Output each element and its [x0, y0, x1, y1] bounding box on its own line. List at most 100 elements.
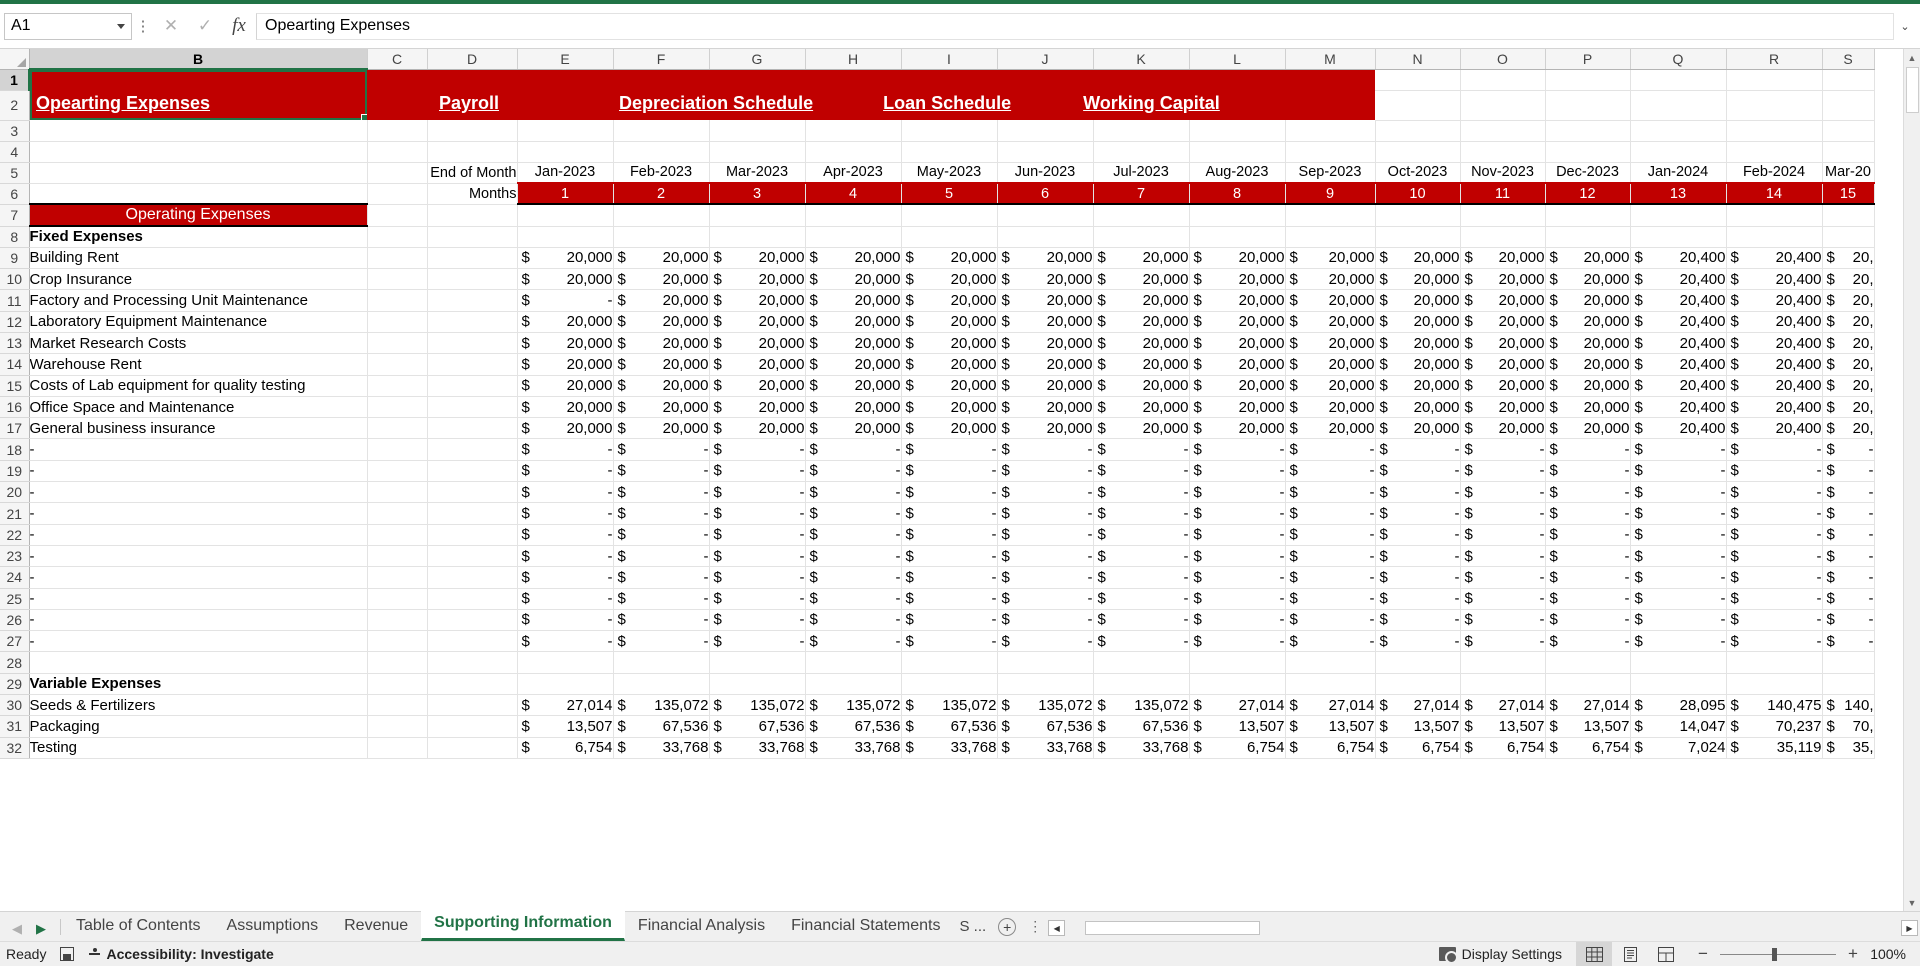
name-box[interactable]: A1	[4, 12, 132, 40]
cell-value[interactable]: $ -	[1285, 545, 1376, 568]
cell-value[interactable]: $67,536	[1093, 715, 1190, 738]
cell-value[interactable]: $6,754	[1189, 737, 1286, 759]
cell-value[interactable]: $ -	[1285, 609, 1376, 632]
cell-empty[interactable]	[709, 120, 806, 142]
cell-empty[interactable]	[1726, 673, 1823, 696]
vertical-scrollbar[interactable]: ▲ ▼	[1903, 49, 1920, 911]
cell-empty[interactable]	[1726, 651, 1823, 674]
cell-empty[interactable]	[367, 353, 428, 376]
cell-value[interactable]: $ -	[1189, 481, 1286, 504]
cell-empty[interactable]	[1726, 90, 1823, 121]
cell-empty[interactable]	[367, 715, 428, 738]
cell-value[interactable]: $20,000	[901, 375, 998, 397]
cell-empty[interactable]	[997, 204, 1094, 227]
cell-value[interactable]: $7,024	[1630, 737, 1727, 759]
cell-value[interactable]: $ -	[1726, 545, 1823, 568]
cell-value[interactable]: $20,400	[1726, 311, 1823, 333]
expense-label[interactable]: Office Space and Maintenance	[29, 396, 368, 419]
hscroll-right-icon[interactable]: ▶	[1901, 920, 1918, 936]
cell-value[interactable]: $ -	[805, 545, 902, 568]
cell-empty[interactable]	[1189, 120, 1286, 142]
cell-value[interactable]: $20,000	[1545, 396, 1631, 419]
cell-value[interactable]: $135,072	[613, 694, 710, 717]
cell-value[interactable]: $20,000	[1189, 332, 1286, 355]
cell-value[interactable]: $ -	[1093, 566, 1190, 589]
cell-empty[interactable]	[367, 417, 428, 440]
cell-value[interactable]: $ -	[613, 609, 710, 632]
cell-value[interactable]: $ -	[1630, 524, 1727, 546]
cell-value[interactable]: $ -	[1630, 588, 1727, 610]
cell-value[interactable]: $20,000	[1285, 268, 1376, 291]
cell-empty[interactable]	[709, 673, 806, 696]
cell-value[interactable]: $ -	[1375, 524, 1461, 546]
cell-value[interactable]: $ -	[1460, 438, 1546, 461]
cell-value[interactable]: $27,014	[1460, 694, 1546, 717]
cell-empty[interactable]	[613, 141, 710, 163]
cell-empty[interactable]	[1544, 226, 1631, 248]
cell-value[interactable]: $ -	[805, 630, 902, 653]
cell-value[interactable]: $ -	[709, 502, 806, 525]
cell-empty[interactable]	[427, 460, 518, 483]
cell-value[interactable]: $ -	[1460, 630, 1546, 653]
nav-link-working-capital[interactable]: Working Capital	[1083, 93, 1220, 114]
cell-value[interactable]: $ -	[517, 502, 614, 525]
cell-value[interactable]: $ -	[997, 630, 1094, 653]
cell-empty[interactable]	[709, 141, 806, 163]
cell-value[interactable]: $20,000	[805, 417, 902, 440]
row-header-32[interactable]: 32	[0, 737, 30, 759]
row-header-31[interactable]: 31	[0, 715, 30, 738]
cell-empty[interactable]	[1630, 204, 1727, 227]
month-number[interactable]: 9	[1285, 182, 1376, 205]
cell-value[interactable]: $20,000	[613, 375, 710, 397]
cell-value[interactable]: $ -	[1545, 438, 1631, 461]
cell-value[interactable]: $20,000	[1375, 417, 1461, 440]
formula-bar-expand-icon[interactable]: ⌄	[1894, 13, 1916, 40]
cell-empty[interactable]	[1189, 141, 1286, 163]
cell-empty[interactable]	[29, 141, 368, 163]
date-header[interactable]: Jul-2023	[1093, 162, 1190, 184]
cell-value[interactable]: $ -	[901, 609, 998, 632]
cell-value[interactable]: $20,000	[517, 247, 614, 270]
cell-value[interactable]: $20,000	[517, 375, 614, 397]
section-title[interactable]: Variable Expenses	[29, 673, 368, 696]
month-number[interactable]: 4	[805, 182, 902, 205]
cell-value[interactable]: $ -	[517, 630, 614, 653]
cell-value[interactable]: $20,000	[1545, 247, 1631, 270]
cell-value[interactable]: $135,072	[1093, 694, 1190, 717]
cell-value[interactable]: $20,000	[709, 417, 806, 440]
cell-value[interactable]: $ -	[997, 460, 1094, 483]
cell-value[interactable]: $ -	[1375, 630, 1461, 653]
zoom-control[interactable]: − +	[1684, 944, 1868, 964]
cell-value[interactable]: $ -	[1189, 438, 1286, 461]
expense-label[interactable]: -	[29, 630, 368, 653]
cell-value[interactable]: $ -	[709, 524, 806, 546]
cell-value[interactable]: $ -	[1375, 588, 1461, 610]
vertical-scroll-thumb[interactable]	[1905, 67, 1919, 113]
cell-value[interactable]: $13,507	[1545, 715, 1631, 738]
cell-empty[interactable]	[1822, 204, 1875, 227]
cell-value[interactable]: $20,000	[1375, 396, 1461, 419]
cell-value[interactable]: $27,014	[1189, 694, 1286, 717]
cell-value[interactable]: $67,536	[997, 715, 1094, 738]
cell-value[interactable]: $ -	[1189, 502, 1286, 525]
date-header[interactable]: Mar-20	[1822, 162, 1875, 184]
cell-value[interactable]: $20,000	[901, 417, 998, 440]
date-header[interactable]: May-2023	[901, 162, 998, 184]
expense-label[interactable]: -	[29, 609, 368, 632]
cell-value[interactable]: $20,000	[1285, 332, 1376, 355]
cell-empty[interactable]	[367, 268, 428, 291]
row-header-21[interactable]: 21	[0, 502, 30, 525]
cell-value[interactable]: $ -	[805, 524, 902, 546]
row-header-4[interactable]: 4	[0, 141, 30, 163]
cell-value[interactable]: $ -	[1726, 481, 1823, 504]
cell-value[interactable]: $ -	[1460, 524, 1546, 546]
cell-value[interactable]: $20,000	[1460, 311, 1546, 333]
confirm-icon[interactable]: ✓	[188, 13, 222, 40]
column-header-K[interactable]: K	[1093, 49, 1190, 70]
cell-value[interactable]: $ -	[1726, 460, 1823, 483]
cell-empty[interactable]	[1822, 141, 1875, 163]
cell-empty[interactable]	[517, 226, 614, 248]
column-header-N[interactable]: N	[1375, 49, 1461, 70]
cell-empty[interactable]	[1375, 120, 1461, 142]
cell-value[interactable]: $20,000	[613, 289, 710, 312]
